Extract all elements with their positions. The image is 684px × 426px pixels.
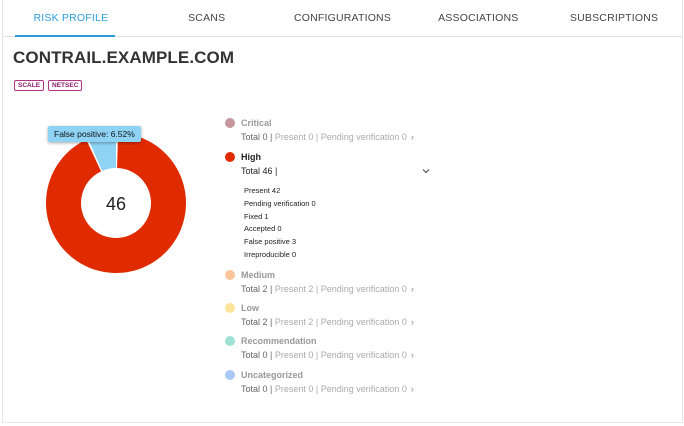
tab-associations[interactable]: ASSOCIATIONS xyxy=(410,0,546,36)
category-name: Recommendation xyxy=(241,336,317,346)
page-title: CONTRAIL.EXAMPLE.COM xyxy=(13,48,235,67)
category-name: High xyxy=(241,152,261,162)
category-name: Critical xyxy=(241,118,272,128)
detail-accepted: Accepted 0 xyxy=(244,224,282,234)
category-high[interactable]: High Total 46 | Present 42 Pending verif… xyxy=(225,151,430,262)
tab-scans[interactable]: SCANS xyxy=(139,0,275,36)
category-total: Total 0 | xyxy=(241,384,273,394)
donut-tooltip: False positive: 6.52% xyxy=(48,126,141,142)
category-total: Total 46 | xyxy=(241,166,278,176)
category-pending: Pending verification 0 xyxy=(320,317,407,327)
category-name: Medium xyxy=(241,270,276,280)
donut-center-value: 46 xyxy=(106,194,126,214)
asset-panel: RISK PROFILE SCANS CONFIGURATIONS ASSOCI… xyxy=(2,0,683,423)
chevron-right-icon[interactable]: › xyxy=(411,350,414,360)
tag-netsec[interactable]: NETSEC xyxy=(48,80,83,91)
category-present: Present 0 | xyxy=(274,132,319,142)
category-recommendation[interactable]: Recommendation Total 0 | Present 0 | Pen… xyxy=(225,335,414,360)
chevron-right-icon[interactable]: › xyxy=(411,132,414,142)
detail-present: Present 42 xyxy=(244,186,281,195)
detail-fixed: Fixed 1 xyxy=(244,211,269,221)
uncategorized-dot-icon xyxy=(225,370,235,380)
chevron-right-icon[interactable]: › xyxy=(411,384,414,394)
chevron-right-icon[interactable]: › xyxy=(411,284,414,294)
risk-donut-chart: 46 xyxy=(45,133,186,273)
low-dot-icon xyxy=(225,303,235,313)
category-total: Total 2 | xyxy=(241,284,273,294)
category-low[interactable]: Low Total 2 | Present 2 | Pending verifi… xyxy=(225,302,414,327)
category-present: Present 0 | xyxy=(274,384,319,394)
category-total: Total 2 | xyxy=(241,317,273,327)
tab-bar: RISK PROFILE SCANS CONFIGURATIONS ASSOCI… xyxy=(3,0,682,37)
detail-pending-verification: Pending verification 0 xyxy=(244,198,316,208)
tag-scale[interactable]: SCALE xyxy=(14,80,45,91)
chevron-right-icon[interactable]: › xyxy=(411,317,414,327)
category-pending: Pending verification 0 xyxy=(320,132,407,142)
category-medium[interactable]: Medium Total 2 | Present 2 | Pending ver… xyxy=(225,269,414,294)
category-present: Present 2 | xyxy=(274,317,319,327)
medium-dot-icon xyxy=(225,270,235,280)
tab-risk-profile[interactable]: RISK PROFILE xyxy=(3,0,139,37)
critical-dot-icon xyxy=(225,118,235,128)
category-name: Uncategorized xyxy=(241,370,304,380)
category-name: Low xyxy=(241,303,259,313)
high-dot-icon xyxy=(225,152,235,162)
tab-subscriptions[interactable]: SUBSCRIPTIONS xyxy=(546,0,682,36)
category-pending: Pending verification 0 xyxy=(320,284,407,294)
detail-irreproducible: Irreproducible 0 xyxy=(244,249,297,259)
chevron-down-icon[interactable] xyxy=(421,166,431,176)
category-uncategorized[interactable]: Uncategorized Total 0 | Present 0 | Pend… xyxy=(225,369,414,394)
category-total: Total 0 | xyxy=(241,350,273,360)
detail-false-positive: False positive 3 xyxy=(244,237,297,247)
recommendation-dot-icon xyxy=(225,336,235,346)
tag-list: SCALE NETSEC xyxy=(14,80,83,91)
category-present: Present 2 | xyxy=(274,284,319,294)
category-present: Present 0 | xyxy=(274,350,319,360)
category-critical[interactable]: Critical Total 0 | Present 0 | Pending v… xyxy=(225,117,414,142)
category-pending: Pending verification 0 xyxy=(320,384,407,394)
category-pending: Pending verification 0 xyxy=(320,350,407,360)
high-details-list: Present 42 Pending verification 0 Fixed … xyxy=(244,185,316,262)
tab-configurations[interactable]: CONFIGURATIONS xyxy=(275,0,411,36)
category-total: Total 0 | xyxy=(241,132,273,142)
